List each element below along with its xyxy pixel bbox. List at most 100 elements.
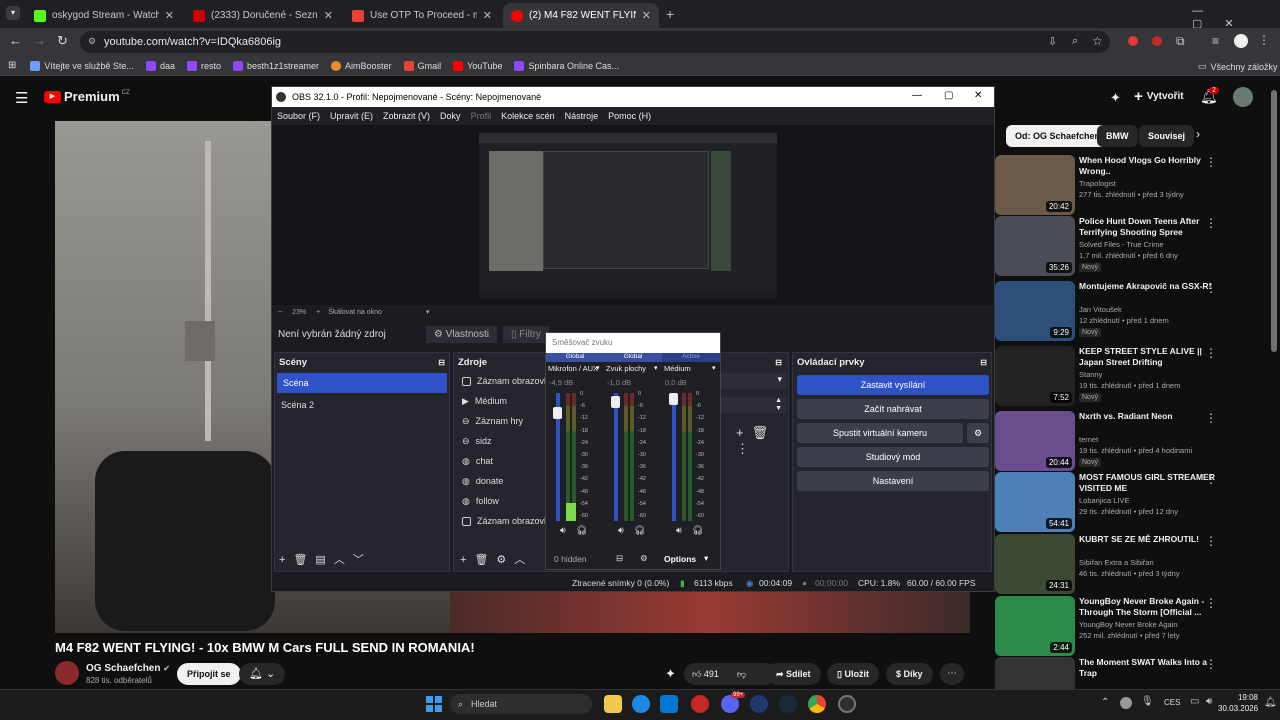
more-options-icon[interactable]: ⋮	[1205, 346, 1217, 360]
microphone-icon[interactable]: 🎙︎	[1141, 696, 1154, 707]
language-indicator[interactable]: CES	[1164, 698, 1180, 707]
close-icon[interactable]: ✕	[483, 9, 492, 22]
video-thumbnail[interactable]: 7:52	[995, 346, 1075, 406]
speaker-icon[interactable]: 🔊︎	[676, 525, 682, 536]
options-button[interactable]: Options	[664, 554, 696, 564]
move-down-icon[interactable]: ﹀	[353, 554, 372, 566]
tray-chevron-icon[interactable]: ⌃	[1101, 697, 1109, 708]
file-explorer-icon[interactable]	[604, 695, 622, 713]
chrome-icon[interactable]	[808, 695, 826, 713]
volume-icon[interactable]: 🔊︎	[1206, 696, 1212, 707]
channel-name[interactable]: Solved Files - True Crime	[1079, 240, 1164, 249]
more-actions-icon[interactable]: ⋯	[940, 663, 964, 685]
menu-file[interactable]: Soubor (F)	[277, 111, 320, 121]
forward-icon[interactable]: →	[33, 33, 46, 48]
new-tab-icon[interactable]: +	[666, 6, 674, 22]
menu-scene-collection[interactable]: Kolekce scén	[501, 111, 555, 121]
layout-icon[interactable]: ⊟	[616, 553, 623, 564]
scene-item[interactable]: Scéna	[277, 373, 447, 393]
recommendation-item[interactable]: 7:52 KEEP STREET STYLE ALIVE || Japan Str…	[995, 346, 1265, 406]
ai-ask-icon[interactable]: ✦	[665, 666, 676, 682]
minimize-icon[interactable]: —	[912, 90, 922, 101]
extensions-icon[interactable]: ⧉	[1176, 34, 1185, 49]
trash-icon[interactable]: 🗑︎	[752, 425, 777, 440]
trash-icon[interactable]: 🗑︎	[474, 554, 496, 566]
share-button[interactable]: ➦ Sdílet	[766, 663, 821, 685]
bookmark-item[interactable]: Vítejte ve službě Ste...	[30, 60, 134, 71]
recommendation-item[interactable]: 20:44 Nxrth vs. Radiant Neon ternet 19 tis.…	[995, 411, 1265, 471]
recommendation-item[interactable]: 2:44 YoungBoy Never Broke Again - Through…	[995, 596, 1265, 656]
zoom-in-icon[interactable]: +	[316, 309, 320, 316]
transition-duration[interactable]: ▲ ▼	[716, 397, 786, 413]
more-options-icon[interactable]: ⋮	[1205, 281, 1217, 295]
transition-select[interactable]: ▾	[716, 373, 786, 389]
chevron-right-icon[interactable]: ›	[1196, 127, 1200, 141]
recommendation-item[interactable]: 54:41 MOST FAMOUS GIRL STREAMER VISITED M…	[995, 472, 1265, 532]
video-title[interactable]: When Hood Vlogs Go Horribly Wrong..	[1079, 155, 1219, 177]
dock-float-icon[interactable]: ⊟	[438, 358, 445, 367]
video-thumbnail[interactable]: 20:44	[995, 411, 1075, 471]
hidden-count[interactable]: 0 hidden	[554, 554, 587, 564]
browser-tab[interactable]: oskygod Stream - Watch Live o ✕	[26, 3, 182, 28]
video-thumbnail[interactable]: 24:31	[995, 534, 1075, 594]
chip-bmw[interactable]: BMW	[1097, 125, 1138, 147]
close-icon[interactable]: ✕	[165, 9, 174, 22]
filter-icon[interactable]: ▤	[315, 554, 333, 566]
more-options-icon[interactable]: ⋮	[1205, 472, 1217, 486]
video-thumbnail[interactable]: 2:44	[995, 596, 1075, 656]
video-title[interactable]: KUBRT SE ZE MĚ ZHROUTIL!	[1079, 534, 1219, 545]
video-title[interactable]: MOST FAMOUS GIRL STREAMER VISITED ME	[1079, 472, 1219, 494]
more-options-icon[interactable]: ⋮	[1205, 534, 1217, 548]
profile-avatar[interactable]	[1234, 34, 1248, 48]
reading-list-icon[interactable]: ≡	[1212, 34, 1219, 48]
notification-center-icon[interactable]: 🔔︎	[1264, 697, 1277, 708]
bookmark-star-icon[interactable]: ☆	[1092, 34, 1103, 48]
install-icon[interactable]: ⇩	[1048, 35, 1057, 48]
save-button[interactable]: ▯ Uložit	[827, 663, 879, 685]
volume-slider-handle[interactable]	[553, 407, 562, 419]
video-title[interactable]: Police Hunt Down Teens After Terrifying …	[1079, 216, 1219, 238]
more-options-icon[interactable]: ⋮	[1205, 155, 1217, 169]
store-icon[interactable]	[660, 695, 678, 713]
like-button[interactable]: 👍︎ 491	[692, 663, 719, 685]
speaker-icon[interactable]: 🔊︎	[560, 525, 566, 536]
menu-edit[interactable]: Upravit (E)	[330, 111, 373, 121]
video-thumbnail[interactable]: 54:41	[995, 472, 1075, 532]
stop-stream-button[interactable]: Zastavit vysílání	[797, 375, 989, 395]
browser-tab-active[interactable]: (2) M4 F82 WENT FLYING! - 10x ✕	[503, 3, 659, 28]
browser-tab[interactable]: (2333) Doručené - Seznam Ema ✕	[185, 3, 341, 28]
bookmark-item[interactable]: besth1z1streamer	[233, 60, 319, 71]
tray-app-icon[interactable]	[1120, 697, 1132, 709]
chip-related[interactable]: Souvisej	[1139, 125, 1195, 147]
youtube-logo[interactable]: ▶ Premium CZ	[44, 89, 130, 104]
volume-slider-handle[interactable]	[611, 396, 620, 408]
channel-name[interactable]: Stanny	[1079, 370, 1102, 379]
zoom-out-icon[interactable]: −	[278, 309, 282, 316]
bookmark-item[interactable]: Gmail	[403, 60, 441, 71]
reload-icon[interactable]: ↻	[57, 33, 68, 49]
properties-button[interactable]: ⚙ Vlastnosti	[425, 325, 497, 343]
video-title[interactable]: Nxrth vs. Radiant Neon	[1079, 411, 1219, 422]
bookmark-item[interactable]: YouTube	[453, 60, 502, 71]
channel-name[interactable]: Lobanjica LIVE	[1079, 496, 1129, 505]
dock-float-icon[interactable]: ⊟	[775, 358, 782, 367]
app-icon[interactable]	[750, 695, 768, 713]
video-title[interactable]: YoungBoy Never Broke Again - Through The…	[1079, 596, 1219, 618]
channel-name[interactable]: OG Schaefchen ✔	[86, 663, 170, 674]
scale-mode[interactable]: Škálovat na okno	[328, 309, 382, 316]
channel-name[interactable]: YoungBoy Never Broke Again	[1079, 620, 1178, 629]
close-icon[interactable]: ✕	[974, 90, 982, 101]
obs-preview[interactable]	[272, 125, 994, 305]
add-icon[interactable]: +	[279, 554, 293, 566]
volume-slider[interactable]	[614, 393, 618, 521]
tab-search-icon[interactable]: ▾	[6, 6, 20, 20]
steam-icon[interactable]	[779, 695, 797, 713]
video-title[interactable]: Montujeme Akrapovič na GSX-R!	[1079, 281, 1219, 292]
move-up-icon[interactable]: ︿	[514, 554, 533, 566]
url-bar[interactable]: ⚙ youtube.com/watch?v=IDQka6806ig ⇩ ⌕ ☆	[80, 31, 1110, 53]
start-recording-button[interactable]: Začít nahrávat	[797, 399, 989, 419]
taskbar-search[interactable]: ⌕ Hledat	[450, 694, 592, 714]
recommendation-item[interactable]: 35:26 Police Hunt Down Teens After Terrif…	[995, 216, 1265, 276]
trash-icon[interactable]: 🗑︎	[293, 554, 315, 566]
bookmark-item[interactable]: resto	[186, 60, 221, 71]
